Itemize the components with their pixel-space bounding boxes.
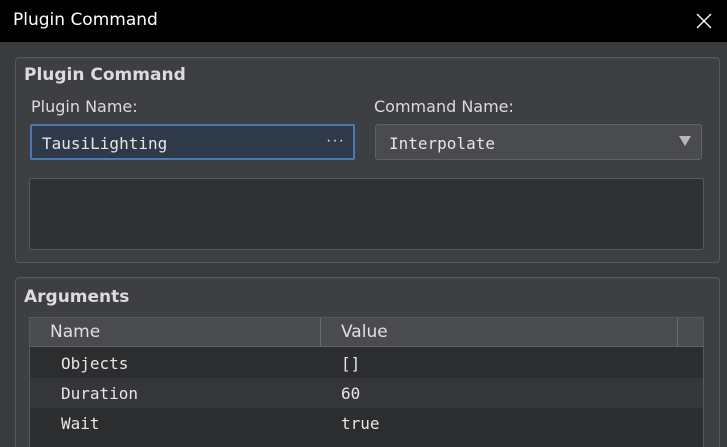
plugin-command-dialog: Plugin Command Plugin Command Plugin Nam… [0, 0, 727, 447]
plugin-name-value: TausiLighting [42, 134, 168, 153]
argument-name: Duration [61, 384, 139, 403]
close-button[interactable] [681, 0, 727, 42]
table-row[interactable]: Duration 60 [30, 378, 703, 408]
table-row[interactable]: Objects [] [30, 348, 703, 378]
plugin-command-group-title: Plugin Command [24, 65, 186, 85]
arguments-group-title: Arguments [24, 287, 130, 307]
argument-value: true [341, 414, 380, 433]
table-header: Name Value [30, 318, 703, 347]
plugin-name-label: Plugin Name: [31, 97, 138, 116]
browse-ellipsis-icon[interactable]: ··· [326, 132, 345, 150]
column-header-value[interactable]: Value [341, 322, 388, 342]
plugin-name-field[interactable]: TausiLighting ··· [30, 124, 355, 160]
command-name-value: Interpolate [389, 134, 495, 153]
argument-value: [] [341, 354, 361, 373]
table-row[interactable]: Wait true [30, 408, 703, 438]
window-title: Plugin Command [13, 10, 158, 30]
column-header-name[interactable]: Name [50, 322, 100, 342]
title-bar[interactable]: Plugin Command [0, 0, 727, 42]
command-description-box [29, 178, 704, 250]
command-name-select[interactable]: Interpolate [375, 124, 702, 160]
arguments-table: Name Value Objects [] Duration 60 Wait t… [29, 317, 704, 447]
argument-value: 60 [341, 384, 361, 403]
argument-name: Objects [61, 354, 129, 373]
column-divider[interactable] [677, 318, 678, 347]
dropdown-arrow-icon [679, 136, 691, 146]
command-name-label: Command Name: [374, 97, 514, 116]
close-icon [696, 13, 712, 29]
column-divider[interactable] [320, 318, 321, 347]
argument-name: Wait [61, 414, 100, 433]
